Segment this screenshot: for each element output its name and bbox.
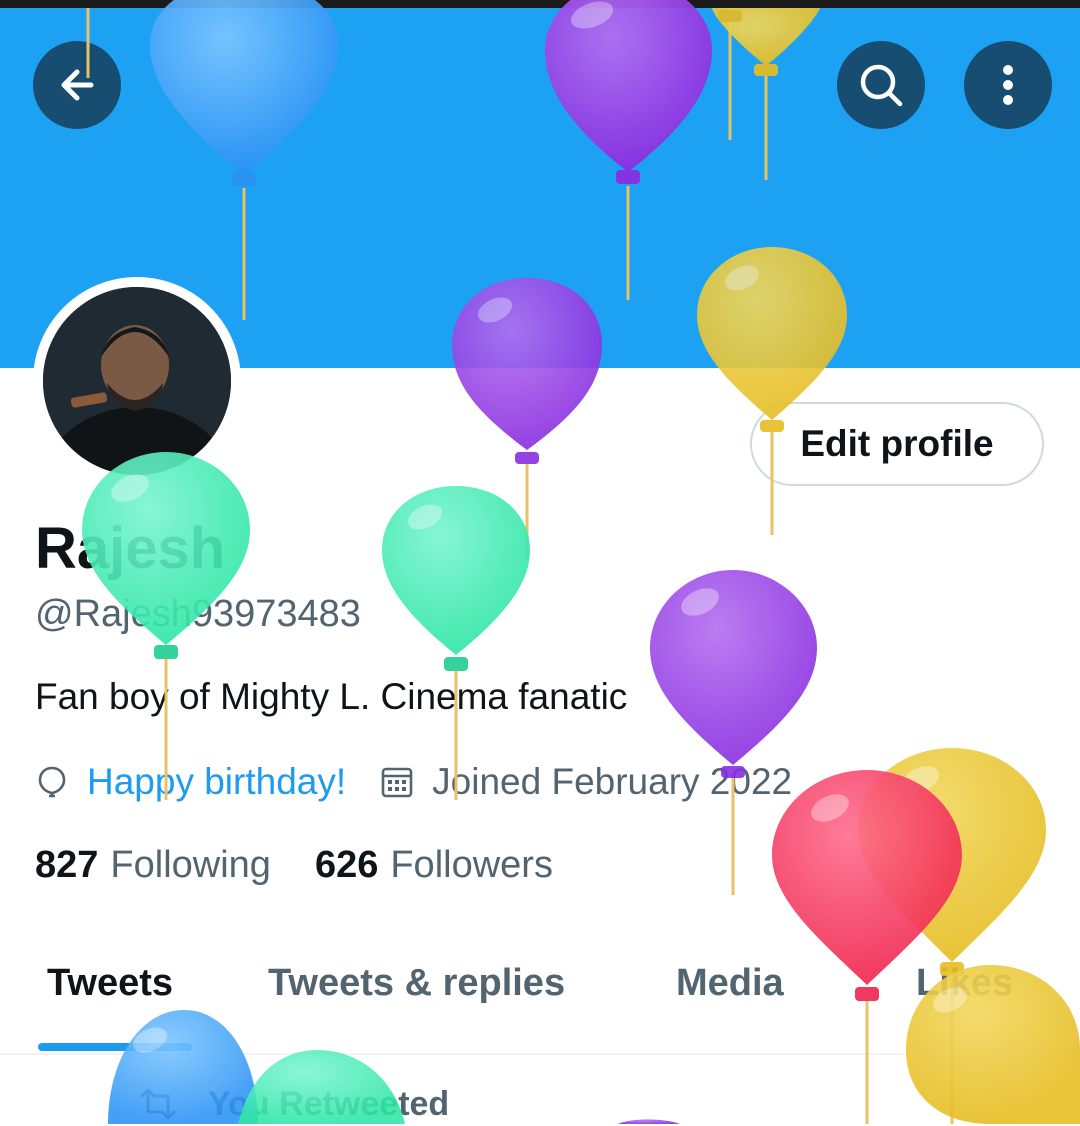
avatar-image [43, 287, 231, 475]
arrow-left-icon [61, 69, 94, 101]
tab-tweets-replies[interactable]: Tweets & replies [268, 962, 565, 1005]
tab-divider [0, 1053, 1080, 1055]
followers-link[interactable]: 626 Followers [315, 844, 553, 887]
profile-bio: Fan boy of Mighty L. Cinema fanatic [35, 676, 628, 717]
calendar-icon [381, 767, 413, 798]
edit-profile-button[interactable]: Edit profile [750, 402, 1044, 486]
search-icon [860, 64, 903, 107]
back-button[interactable] [33, 41, 121, 129]
active-tab-indicator [38, 1043, 192, 1051]
following-link[interactable]: 827 Following [35, 844, 271, 887]
profile-tabs: Tweets Tweets & replies Media Likes [0, 962, 1080, 1054]
followers-count: 626 [314, 844, 379, 886]
search-button[interactable] [837, 41, 925, 129]
joined-date: Joined February 2022 [432, 761, 793, 802]
profile-handle: @Rajesh93973483 [35, 593, 361, 635]
status-bar [0, 0, 1080, 8]
avatar[interactable] [33, 277, 241, 485]
retweet-context: You Retweeted [136, 1082, 449, 1126]
tab-media[interactable]: Media [676, 962, 784, 1005]
retweet-icon [140, 1088, 176, 1120]
birthday-link[interactable]: Happy birthday! [87, 761, 346, 803]
follow-stats: 827 Following 626 Followers [35, 844, 553, 887]
tab-tweets[interactable]: Tweets [47, 962, 173, 1005]
profile-meta: Happy birthday! Joined February 2022 [35, 758, 792, 806]
followers-label: Followers [390, 844, 553, 886]
following-label: Following [110, 844, 271, 886]
tab-likes[interactable]: Likes [916, 962, 1013, 1005]
more-options-button[interactable] [964, 41, 1052, 129]
following-count: 827 [35, 844, 99, 886]
retweet-label: You Retweeted [208, 1084, 450, 1123]
profile-name: Rajesh [35, 516, 226, 581]
balloon-icon [38, 766, 66, 798]
more-vertical-icon [1003, 65, 1013, 105]
